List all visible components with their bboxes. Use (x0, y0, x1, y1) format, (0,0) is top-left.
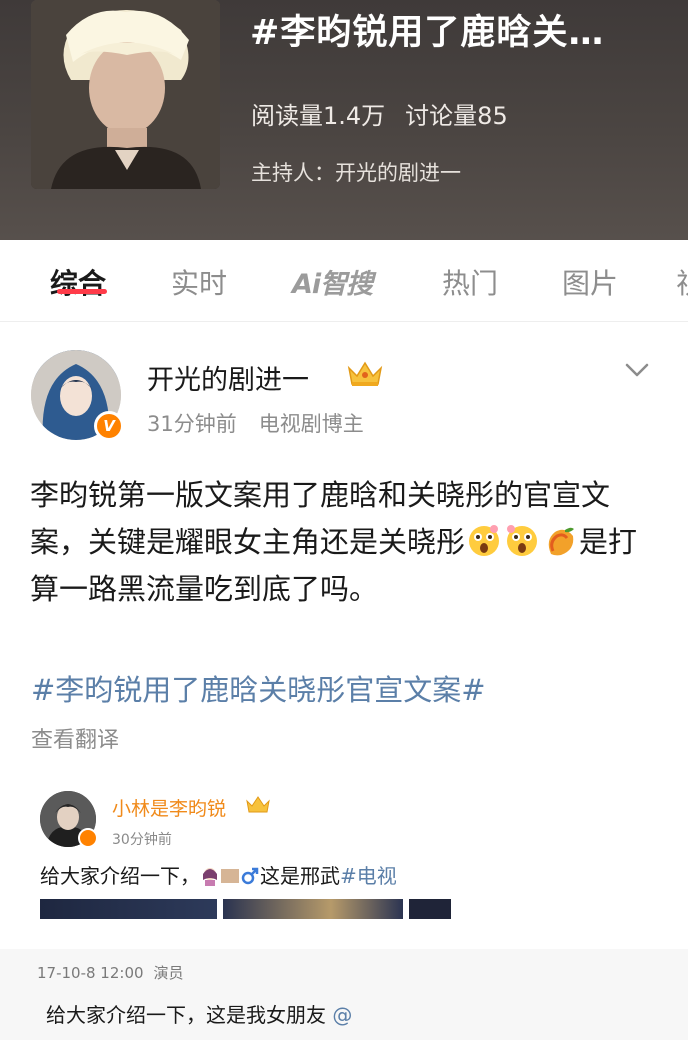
discussion-count: 讨论量85 (405, 102, 508, 130)
post-time: 31分钟前 (147, 412, 237, 436)
tab-hot[interactable]: 热门 (442, 262, 498, 302)
crown-icon[interactable] (345, 360, 385, 392)
embedded-verified-badge-icon (78, 828, 98, 848)
post-meta: 31分钟前 电视剧博主 (147, 408, 364, 438)
repost-role: 演员 (153, 964, 184, 982)
topic-host[interactable]: 主持人：开光的剧进一 (251, 157, 461, 187)
repost-text-body: 给大家介绍一下，这是我女朋友 (46, 1003, 326, 1027)
astonished-face-emoji (469, 525, 500, 556)
tab-comprehensive[interactable]: 综合 (50, 262, 106, 302)
astonished-face-emoji (507, 525, 538, 556)
mango-emoji (548, 527, 575, 556)
embedded-hashtag[interactable]: #电视 (340, 864, 397, 888)
skin-tone-emoji (221, 869, 239, 883)
translate-link[interactable]: 查看翻译 (31, 722, 119, 754)
repost-text: 给大家介绍一下，这是我女朋友 @ (46, 999, 352, 1028)
post-body: 李昀锐第一版文案用了鹿晗和关晓彤的官宣文案，关键是耀眼女主角还是关晓彤 是打算一路… (30, 472, 660, 613)
read-count: 阅读量1.4万 (251, 102, 386, 130)
hashtag-link[interactable]: #李昀锐用了鹿晗关晓彤官宣文案# (31, 667, 486, 709)
repost-time: 17-10-8 12:00 (37, 964, 144, 982)
embedded-text-continue: 这是邢武 (260, 864, 340, 888)
tab-more-partial[interactable]: 视 (676, 262, 688, 302)
embedded-crown-icon (244, 795, 272, 819)
embedded-text-start: 给大家介绍一下， (40, 864, 200, 888)
embedded-post-text: 给大家介绍一下， 这是邢武#电视 (40, 860, 452, 889)
topic-title: #李昀锐用了鹿晗关… (250, 13, 605, 53)
topic-stats: 阅读量1.4万 讨论量85 (251, 96, 508, 131)
author-role: 电视剧博主 (258, 412, 364, 436)
embedded-image-1[interactable] (40, 899, 217, 919)
active-tab-indicator (57, 289, 107, 294)
embedded-image-3[interactable] (409, 899, 451, 919)
embedded-image-2[interactable] (223, 899, 403, 919)
embedded-post-time: 30分钟前 (112, 832, 172, 848)
tab-realtime[interactable]: 实时 (171, 262, 227, 302)
tab-images[interactable]: 图片 (562, 262, 618, 302)
male-sign-emoji (241, 867, 259, 885)
author-name[interactable]: 开光的剧进一 (147, 358, 309, 397)
woman-emoji (203, 868, 217, 886)
repost-meta: 17-10-8 12:00 演员 (37, 962, 184, 983)
topic-cover-image[interactable] (31, 0, 220, 189)
topic-header: #李昀锐用了鹿晗关… 阅读量1.4万 讨论量85 主持人：开光的剧进一 (0, 0, 688, 240)
repost-mention[interactable]: @ (332, 1003, 352, 1027)
embedded-author-name[interactable]: 小林是李昀锐 (112, 794, 226, 821)
verified-badge-icon: V (94, 411, 124, 441)
chevron-down-icon[interactable] (622, 360, 652, 384)
tab-ai-search[interactable]: Ai智搜 (292, 262, 373, 301)
